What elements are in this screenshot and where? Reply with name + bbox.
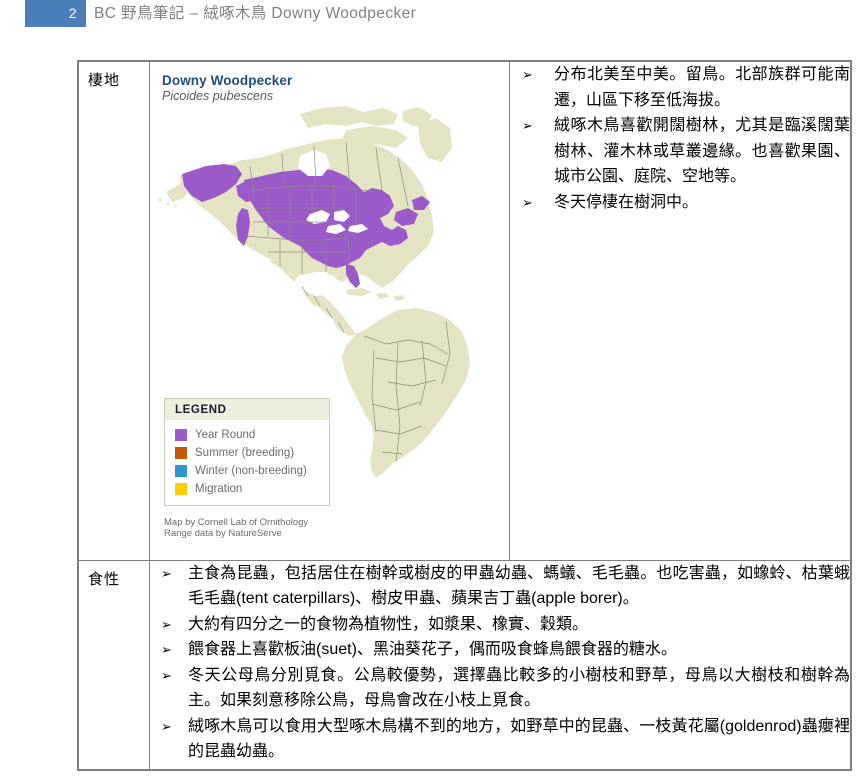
bullet-arrow-icon: ➢ [161, 616, 172, 632]
map-credit-line-2: Range data by NatureServe [164, 528, 282, 539]
diet-bullet-3: ➢ 餵食器上喜歡板油(suet)、黑油葵花子，偶而吸食蜂鳥餵食器的糖水。 [150, 637, 850, 663]
diet-bullet-text: 大約有四分之一的食物為植物性，如漿果、橡實、穀類。 [188, 615, 589, 633]
bullet-arrow-icon: ➢ [522, 194, 533, 210]
bullet-arrow-icon: ➢ [522, 67, 533, 82]
table-row-habitat: 棲地 Downy Woodpecker Picoides pubescens L… [78, 61, 851, 561]
diet-text-cell: ➢ 主食為昆蟲，包括居住在樹幹或樹皮的甲蟲幼蟲、螞蟻、毛毛蟲。也吃害蟲，如蟓蛉、… [149, 559, 851, 771]
habitat-bullet-3: ➢ 冬天停棲在樹洞中。 [510, 190, 850, 216]
legend-items: Year Round Summer (breeding) Winter (non… [165, 420, 329, 505]
page-title: BC 野鳥筆記 – 絨啄木鳥 Downy Woodpecker [94, 5, 417, 22]
species-info-table: 棲地 Downy Woodpecker Picoides pubescens L… [77, 60, 852, 771]
habitat-text-cell: ➢ 分布北美至中美。留鳥。北部族群可能南遷，山區下移至低海拔。 ➢ 絨啄木鳥喜歡… [509, 61, 851, 561]
diet-bullet-4: ➢ 冬天公母鳥分別覓食。公鳥較優勢，選擇蟲比較多的小樹枝和野草，母鳥以大樹枝和樹… [150, 663, 850, 714]
diet-bullet-1: ➢ 主食為昆蟲，包括居住在樹幹或樹皮的甲蟲幼蟲、螞蟻、毛毛蟲。也吃害蟲，如蟓蛉、… [150, 561, 850, 612]
bullet-arrow-icon: ➢ [161, 667, 172, 683]
map-credit-line-1: Map by Cornell Lab of Ornithology [164, 517, 309, 528]
diet-bullet-text: 餵食器上喜歡板油(suet)、黑油葵花子，偶而吸食蜂鳥餵食器的糖水。 [188, 641, 677, 659]
row-label-cell-habitat: 棲地 [78, 61, 150, 561]
page-number-badge: 2 [25, 0, 86, 27]
legend-label: Winter (non-breeding) [195, 464, 307, 477]
diet-bullet-list: ➢ 主食為昆蟲，包括居住在樹幹或樹皮的甲蟲幼蟲、螞蟻、毛毛蟲。也吃害蟲，如蟓蛉、… [150, 561, 850, 765]
bullet-arrow-icon: ➢ [522, 118, 533, 133]
legend-swatch-icon [175, 428, 187, 441]
range-map-cell: Downy Woodpecker Picoides pubescens LEGE… [149, 61, 510, 561]
diet-bullet-2: ➢ 大約有四分之一的食物為植物性，如漿果、橡實、穀類。 [150, 612, 850, 638]
page-header: 2 BC 野鳥筆記 – 絨啄木鳥 Downy Woodpecker [0, 0, 860, 30]
legend-item-year-round: Year Round [175, 426, 329, 443]
habitat-bullet-list: ➢ 分布北美至中美。留鳥。北部族群可能南遷，山區下移至低海拔。 ➢ 絨啄木鳥喜歡… [510, 62, 850, 215]
row-label-cell-diet: 食性 [78, 559, 150, 771]
legend-heading: LEGEND [165, 399, 329, 420]
legend-swatch-icon [175, 446, 187, 459]
map-title: Downy Woodpecker [162, 73, 293, 88]
table-row-diet: 食性 ➢ 主食為昆蟲，包括居住在樹幹或樹皮的甲蟲幼蟲、螞蟻、毛毛蟲。也吃害蟲，如… [78, 559, 851, 771]
row-label-habitat: 棲地 [88, 72, 121, 89]
legend-swatch-icon [175, 482, 187, 495]
diet-bullet-text: 絨啄木鳥可以食用大型啄木鳥構不到的地方，如野草中的昆蟲、一枝黃花屬(golden… [188, 717, 850, 761]
diet-bullet-text: 冬天公母鳥分別覓食。公鳥較優勢，選擇蟲比較多的小樹枝和野草，母鳥以大樹枝和樹幹為… [188, 666, 850, 710]
row-label-diet: 食性 [88, 570, 121, 588]
habitat-bullet-text: 冬天停棲在樹洞中。 [554, 193, 699, 211]
range-map: Downy Woodpecker Picoides pubescens LEGE… [150, 62, 508, 549]
habitat-bullet-2: ➢ 絨啄木鳥喜歡開闊樹林，尤其是臨溪闊葉樹林、灌木林或草叢邊緣。也喜歡果園、城市… [510, 113, 850, 190]
legend-swatch-icon [175, 464, 187, 477]
bullet-arrow-icon: ➢ [161, 718, 172, 734]
diet-bullet-text: 主食為昆蟲，包括居住在樹幹或樹皮的甲蟲幼蟲、螞蟻、毛毛蟲。也吃害蟲，如蟓蛉、枯葉… [188, 564, 850, 608]
diet-bullet-5: ➢ 絨啄木鳥可以食用大型啄木鳥構不到的地方，如野草中的昆蟲、一枝黃花屬(gold… [150, 714, 850, 765]
legend-label: Migration [195, 482, 243, 495]
map-legend: LEGEND Year Round Summer (breeding) Wint… [164, 398, 330, 506]
legend-label: Year Round [195, 428, 256, 441]
habitat-bullet-text: 絨啄木鳥喜歡開闊樹林，尤其是臨溪闊葉樹林、灌木林或草叢邊緣。也喜歡果園、城市公園… [554, 117, 850, 185]
legend-item-migration: Migration [175, 480, 329, 497]
habitat-bullet-text: 分布北美至中美。留鳥。北部族群可能南遷，山區下移至低海拔。 [554, 66, 850, 109]
legend-item-winter: Winter (non-breeding) [175, 462, 329, 479]
bullet-arrow-icon: ➢ [161, 642, 172, 658]
legend-item-summer: Summer (breeding) [175, 444, 329, 461]
map-attribution: Map by Cornell Lab of Ornithology Range … [164, 517, 308, 539]
legend-label: Summer (breeding) [195, 446, 295, 459]
bullet-arrow-icon: ➢ [161, 565, 172, 581]
habitat-bullet-1: ➢ 分布北美至中美。留鳥。北部族群可能南遷，山區下移至低海拔。 [510, 62, 850, 113]
